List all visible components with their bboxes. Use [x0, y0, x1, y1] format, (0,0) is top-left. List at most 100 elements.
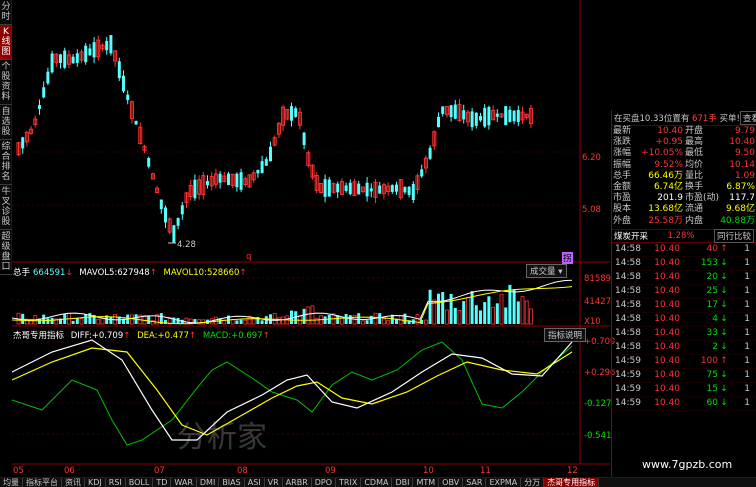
q-mark: q: [246, 252, 252, 262]
left-tab-4[interactable]: 综合排名: [0, 140, 12, 185]
quote-cell: 涨跌 +0.95: [612, 137, 684, 148]
candle-body: [227, 173, 230, 186]
arrow-up-icon: ↑: [262, 331, 270, 341]
price-axis-label: 5.08: [582, 205, 601, 215]
tick-time: 14:58: [615, 300, 641, 311]
dea-label: DEA:: [137, 331, 158, 341]
candle-body: [323, 179, 327, 197]
tick-price: 10.40: [654, 314, 680, 325]
bottom-tab-9[interactable]: BIAS: [219, 478, 245, 487]
bottom-tab-7[interactable]: WAR: [171, 478, 197, 487]
left-tab-2[interactable]: 个股资料: [0, 60, 12, 105]
candle-body: [71, 56, 75, 64]
volume-indicator-select[interactable]: 成交量 ▾: [526, 264, 567, 278]
candle-body: [84, 45, 88, 63]
quote-cell: 最新 10.40: [612, 126, 684, 137]
candle-body: [260, 161, 264, 173]
volume-bar: [235, 320, 239, 324]
bottom-tab-2[interactable]: 资讯: [62, 478, 85, 487]
candle-body: [357, 183, 361, 195]
candle-body: [117, 61, 121, 79]
candle-body: [21, 137, 25, 149]
bottom-tab-18[interactable]: OBV: [439, 478, 464, 487]
quote-row: 振幅 9.52% 均价 10.14: [612, 160, 756, 171]
arrow-down-icon: ↓: [720, 272, 728, 283]
bottom-tab-8[interactable]: DMI: [197, 478, 220, 487]
bottom-tab-19[interactable]: SAR: [463, 478, 487, 487]
bottom-tab-15[interactable]: CDMA: [361, 478, 393, 487]
bottom-tab-17[interactable]: MTM: [413, 478, 440, 487]
bottom-tab-6[interactable]: TD: [153, 478, 172, 487]
volume-bar: [437, 293, 440, 324]
candle-body: [105, 40, 109, 51]
order-text: 在买盘10.33位置有 671手 买单!: [614, 112, 740, 124]
tick-volume: 2: [712, 342, 718, 353]
candle-body: [42, 87, 46, 98]
bottom-tab-16[interactable]: DBI: [392, 478, 414, 487]
candle-body: [63, 50, 67, 68]
volume-bar: [357, 313, 361, 324]
bottom-tab-3[interactable]: KDJ: [85, 478, 106, 487]
bottom-tab-22[interactable]: 杰哥专用指标: [544, 478, 600, 487]
bottom-tab-0[interactable]: 均量: [0, 478, 23, 487]
macd-legend: 杰哥专用指标 DIFF:+0.709↑ DEA:+0.477↑ MACD:+0.…: [13, 329, 270, 341]
bottom-tab-10[interactable]: ASI: [245, 478, 265, 487]
tick-row: 14:58 10.40 40 ↑ 1: [612, 243, 756, 257]
tick-price: 10.40: [654, 258, 680, 269]
tick-row: 14:59 10.40 75 ↓ 1: [612, 369, 756, 383]
chart-canvas[interactable]: [12, 0, 610, 477]
candle-body: [50, 53, 54, 73]
quote-cell: 股本 13.68亿: [612, 204, 684, 215]
volume-bar: [21, 313, 25, 324]
tick-volume: 17: [706, 300, 718, 311]
quote-cell: 振幅 9.52%: [612, 160, 684, 171]
quote-label: 涨幅: [613, 148, 632, 159]
quote-row: 金额 6.74亿 换手 6.87%: [612, 182, 756, 193]
candle-body: [369, 188, 373, 192]
bottom-tab-20[interactable]: EXPMA: [486, 478, 522, 487]
arrow-up-icon: ↑: [123, 331, 131, 341]
left-tab-6[interactable]: 超级盘口: [0, 230, 12, 275]
bottom-tab-13[interactable]: DPO: [312, 478, 337, 487]
mavol10-value: 528660: [206, 268, 240, 278]
detail-button[interactable]: 查看详细: [739, 110, 756, 125]
indicator-help-button[interactable]: 指标说明: [544, 328, 587, 342]
tick-row: 14:59 10.40 100 ↑ 1: [612, 355, 756, 369]
volume-bar: [339, 317, 344, 325]
quote-label: 最低: [685, 148, 704, 159]
bottom-tab-21[interactable]: 分万: [521, 478, 545, 487]
peer-compare-button[interactable]: 同行比较: [713, 228, 754, 243]
mavol5-label: MAVOL5:: [79, 268, 118, 278]
x-axis-label: 07: [154, 466, 165, 476]
volume-bar: [529, 308, 533, 325]
quote-cell: 换手 6.87%: [684, 182, 756, 193]
quote-label: 流通: [685, 204, 704, 215]
quote-label: 开盘: [685, 126, 704, 136]
left-tab-5[interactable]: 牛叉诊股: [0, 185, 12, 230]
bottom-tab-12[interactable]: ARBR: [283, 478, 312, 487]
candle-body: [508, 109, 512, 122]
volume-total: 664591: [33, 268, 66, 278]
quote-cell: 市盈 201.9: [612, 193, 684, 204]
left-tab-3[interactable]: 自选股: [0, 105, 12, 140]
bottom-tab-bar: 均量 指标平台 资讯 KDJ RSI BOLL TD WAR DMI BIAS ASI VR ARBR D…: [0, 477, 756, 487]
candle-body: [344, 185, 348, 191]
macd-label: MACD:: [202, 331, 232, 341]
tick-list[interactable]: 14:58 10.40 40 ↑ 1 14:58 10.40 153 ↓ 1 14:58 10.40 2…: [612, 243, 756, 411]
candle-body: [504, 106, 508, 126]
volume-bar: [302, 308, 306, 324]
volume-bar: [243, 319, 248, 325]
bottom-tab-11[interactable]: VR: [265, 478, 283, 487]
volume-bar: [109, 316, 113, 324]
left-tab-1[interactable]: K线图: [0, 25, 12, 60]
bottom-tab-5[interactable]: BOLL: [126, 478, 154, 487]
industry-name[interactable]: 煤炭开采: [614, 230, 648, 242]
quote-value: 13.68亿: [648, 204, 683, 215]
left-tab-0[interactable]: 分时: [0, 0, 12, 25]
volume-bar: [130, 314, 134, 325]
candle-body: [269, 146, 272, 162]
bottom-tab-14[interactable]: TRIX: [336, 478, 362, 487]
bottom-tab-1[interactable]: 指标平台: [23, 478, 62, 487]
bottom-tab-4[interactable]: RSI: [106, 478, 126, 487]
tick-count: 1: [744, 384, 750, 395]
